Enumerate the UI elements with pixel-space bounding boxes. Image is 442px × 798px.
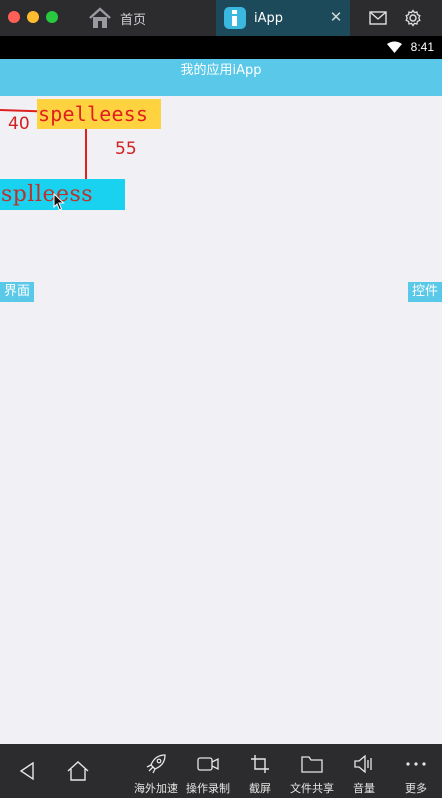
left-offset-guide-line [0,109,38,113]
maximize-window-button[interactable] [46,11,58,23]
tab-home-label: 首页 [120,12,147,28]
window-titlebar: 首页 iApp ✕ [0,0,442,36]
gear-icon[interactable] [403,8,423,28]
home-icon [88,6,112,30]
more-button[interactable]: 更多 [388,752,442,796]
folder-icon [284,752,340,776]
more-label: 更多 [405,782,427,795]
screenshot-button[interactable]: 截屏 [232,752,288,796]
more-dots-icon [388,752,442,776]
minimize-window-button[interactable] [27,11,39,23]
emulator-window: 首页 iApp ✕ 8:41 我的应用iApp 40 spelleess 55 … [0,0,442,798]
controls-panel-tab[interactable]: 控件 [407,282,442,302]
tab-home[interactable]: 首页 [78,0,214,36]
home-nav-icon[interactable] [65,758,91,784]
iapp-logo-icon [224,7,246,29]
volume-button[interactable]: 音量 [336,752,392,796]
interface-panel-tab[interactable]: 界面 [0,282,35,302]
record-operation-button[interactable]: 操作录制 [180,752,236,796]
tab-iapp[interactable]: iApp ✕ [216,0,350,36]
video-camera-icon [180,752,236,776]
app-title-bar: 我的应用iApp [0,59,442,96]
crop-icon [232,752,288,776]
left-offset-value: 40 [8,114,30,134]
rocket-icon [128,752,184,776]
overseas-accelerate-label: 海外加速 [134,782,178,795]
volume-label: 音量 [353,782,375,795]
close-icon[interactable]: ✕ [328,9,344,25]
mouse-pointer-icon [53,192,65,215]
record-operation-label: 操作录制 [186,782,230,795]
speaker-icon [336,752,392,776]
top-offset-guide-line [85,129,87,179]
close-window-button[interactable] [8,11,20,23]
mail-icon[interactable] [368,8,388,28]
app-title: 我的应用iApp [180,63,262,78]
status-time: 8:41 [410,40,434,54]
emulator-toolbar: 海外加速 操作录制 截屏 文件共享 音量 更多 [0,744,442,798]
back-icon[interactable] [14,758,40,784]
wifi-icon [387,41,402,56]
tab-iapp-label: iApp [254,10,284,26]
file-share-button[interactable]: 文件共享 [284,752,340,796]
top-offset-value: 55 [115,139,137,159]
android-status-bar: 8:41 [0,36,442,59]
file-share-label: 文件共享 [290,782,334,795]
overseas-accelerate-button[interactable]: 海外加速 [128,752,184,796]
yellow-text-label[interactable]: spelleess [37,99,161,129]
screenshot-label: 截屏 [249,782,271,795]
design-canvas[interactable]: 40 spelleess 55 splleess 界面 控件 [0,96,442,744]
